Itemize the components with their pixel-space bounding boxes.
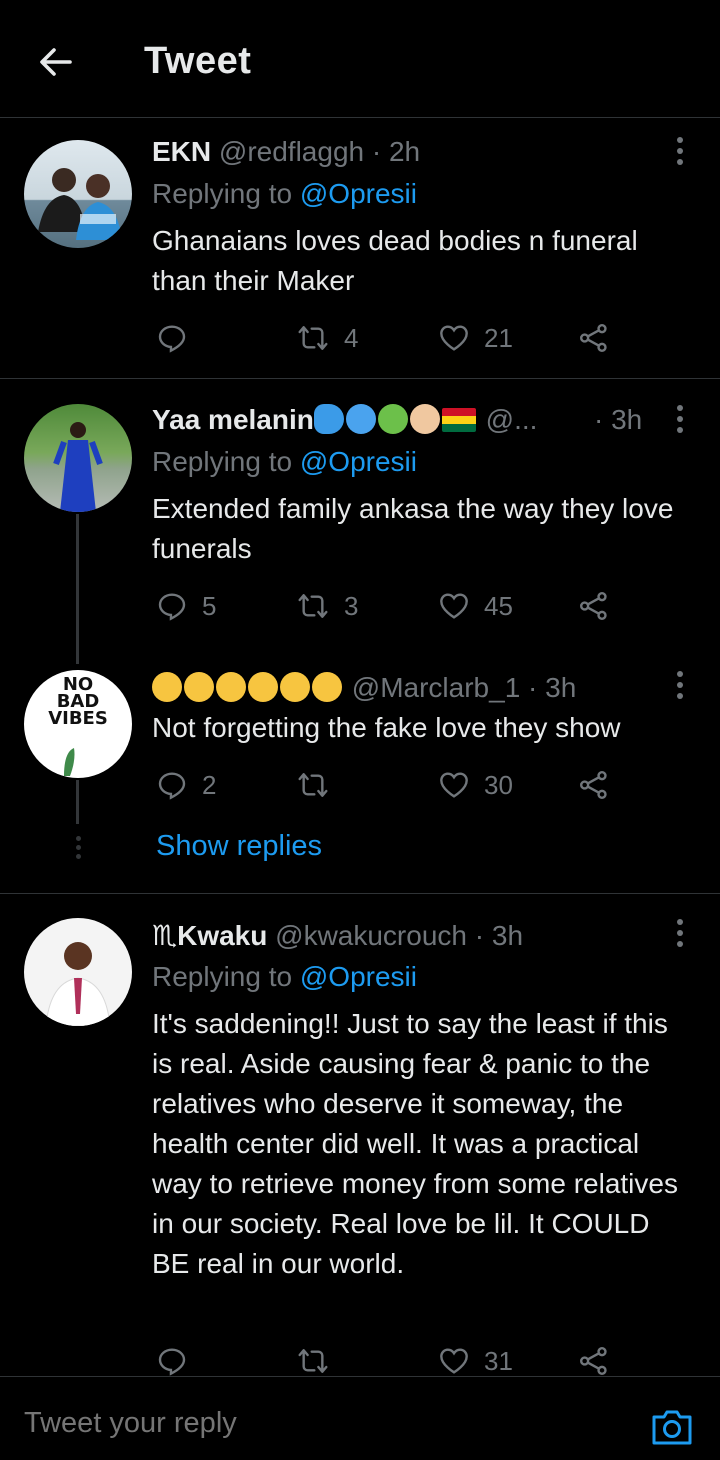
avatar[interactable] bbox=[24, 404, 132, 512]
replying-to: Replying to @Opresii bbox=[152, 961, 417, 992]
action-bar: 2 30 bbox=[152, 765, 622, 805]
camera-icon[interactable] bbox=[650, 1407, 694, 1447]
avatar[interactable] bbox=[24, 918, 132, 1026]
top-bar: Tweet bbox=[0, 0, 720, 118]
reply-button[interactable]: 2 bbox=[156, 765, 216, 805]
retweet-button[interactable]: 3 bbox=[296, 586, 358, 626]
display-name[interactable]: EKN bbox=[152, 136, 211, 167]
divider bbox=[0, 893, 720, 894]
tweet-text: It's saddening!! Just to say the least i… bbox=[152, 1008, 678, 1279]
handle[interactable]: @Marclarb_1 bbox=[352, 672, 520, 703]
avatar[interactable]: NO BAD VIBES bbox=[24, 670, 132, 778]
share-button[interactable] bbox=[578, 1341, 610, 1381]
replying-to: Replying to @Opresii bbox=[152, 446, 417, 477]
reply-button[interactable] bbox=[156, 318, 202, 358]
avatar[interactable] bbox=[24, 140, 132, 248]
tweet-text: Extended family ankasa the way they love… bbox=[152, 493, 674, 564]
share-button[interactable] bbox=[578, 586, 610, 626]
reply-button[interactable] bbox=[156, 1341, 202, 1381]
like-button[interactable]: 21 bbox=[438, 318, 513, 358]
reply-input[interactable] bbox=[24, 1407, 584, 1440]
more-options-icon[interactable] bbox=[664, 136, 696, 172]
thread-connector bbox=[76, 514, 79, 664]
display-name[interactable]: ♏Kwaku bbox=[152, 920, 267, 951]
thread-connector bbox=[76, 780, 79, 824]
reply-composer bbox=[0, 1376, 720, 1460]
tweet-text: Ghanaians loves dead bodies n funeral th… bbox=[152, 225, 638, 296]
mention-link[interactable]: @Opresii bbox=[300, 178, 417, 209]
page-title: Tweet bbox=[144, 40, 252, 82]
handle[interactable]: @kwakucrouch bbox=[275, 920, 467, 951]
divider bbox=[0, 378, 720, 379]
retweet-button[interactable] bbox=[296, 765, 344, 805]
back-arrow-icon[interactable] bbox=[36, 42, 76, 82]
emoji-decoration bbox=[313, 404, 478, 435]
handle[interactable]: @redflaggh bbox=[219, 136, 364, 167]
share-button[interactable] bbox=[578, 318, 610, 358]
display-name[interactable]: Yaa melanin bbox=[152, 404, 314, 435]
tweet-text: Not forgetting the fake love they show bbox=[152, 712, 621, 743]
timestamp: · 3h bbox=[474, 920, 524, 951]
handle[interactable]: @... bbox=[486, 404, 538, 435]
reply-button[interactable]: 5 bbox=[156, 586, 216, 626]
like-button[interactable]: 45 bbox=[438, 586, 513, 626]
mention-link[interactable]: @Opresii bbox=[300, 446, 417, 477]
tweet-header: Yaa melanin @... bbox=[152, 404, 537, 436]
share-button[interactable] bbox=[578, 765, 610, 805]
like-button[interactable]: 30 bbox=[438, 765, 513, 805]
timestamp: · 2h bbox=[371, 136, 421, 167]
retweet-button[interactable]: 4 bbox=[296, 318, 358, 358]
action-bar: 5 3 45 bbox=[152, 586, 622, 626]
more-options-icon[interactable] bbox=[664, 404, 696, 440]
more-options-icon[interactable] bbox=[664, 670, 696, 706]
action-bar: 4 21 bbox=[152, 318, 622, 358]
thread-dots bbox=[74, 836, 82, 863]
tweet-header: ♏Kwaku @kwakucrouch · 3h bbox=[152, 919, 523, 952]
action-bar: 31 bbox=[152, 1341, 622, 1381]
replying-to: Replying to @Opresii bbox=[152, 178, 417, 209]
emoji-decoration bbox=[152, 672, 344, 703]
more-options-icon[interactable] bbox=[664, 918, 696, 954]
tweet-header: @Marclarb_1 · 3h bbox=[152, 672, 576, 704]
show-replies-link[interactable]: Show replies bbox=[156, 830, 322, 863]
like-button[interactable]: 31 bbox=[438, 1341, 513, 1381]
tweet-header: EKN @redflaggh · 2h bbox=[152, 136, 420, 168]
timestamp: · 3h bbox=[528, 672, 577, 703]
timestamp: · 3h bbox=[594, 404, 643, 435]
mention-link[interactable]: @Opresii bbox=[300, 961, 417, 992]
retweet-button[interactable] bbox=[296, 1341, 344, 1381]
